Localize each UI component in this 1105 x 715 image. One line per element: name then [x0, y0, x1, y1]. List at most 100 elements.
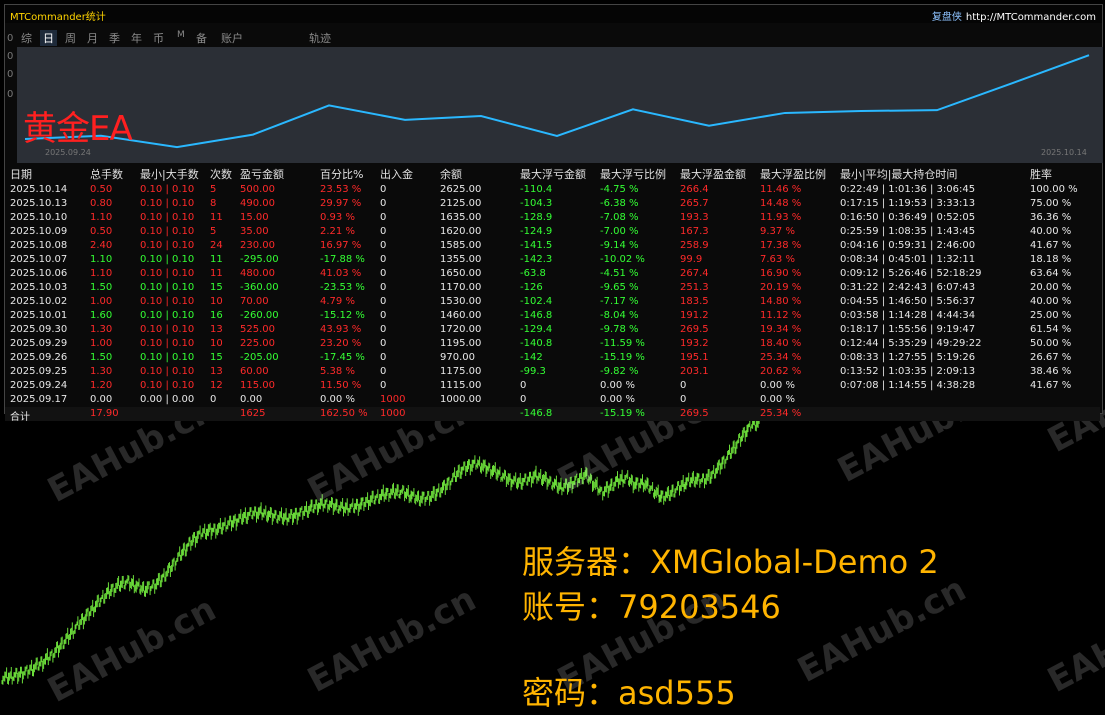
cell-balance: 1115.00 [440, 380, 482, 391]
table-row[interactable]: 2025.10.08 2.40 0.10 | 0.10 24 230.00 16.97 %… [5, 239, 1100, 253]
tab-account[interactable]: 账户 [221, 30, 243, 46]
table-row[interactable]: 2025.10.14 0.50 0.10 | 0.10 5 500.00 23.53 % 0… [5, 183, 1100, 197]
tab-monthly[interactable]: 月 [87, 30, 98, 46]
table-row[interactable]: 2025.10.06 1.10 0.10 | 0.10 11 480.00 41.03 %… [5, 267, 1100, 281]
cell-win-rate: 100.00 % [1030, 184, 1078, 195]
equity-end-date: 2025.10.14 [1041, 148, 1087, 157]
cell-max-float-profit: 0 [680, 380, 687, 391]
cell-min-max-lots: 0.10 | 0.10 [140, 338, 195, 349]
brand-site[interactable]: http://MTCommander.com [966, 12, 1096, 23]
cell-pnl-amount: 35.00 [240, 226, 269, 237]
cell-balance: 1635.00 [440, 212, 482, 223]
cell-total-lots: 1.60 [90, 310, 113, 321]
table-row[interactable]: 2025.10.13 0.80 0.10 | 0.10 8 490.00 29.97 % 0… [5, 197, 1100, 211]
cell-deposit: 出入金 [380, 168, 413, 181]
table-row[interactable]: 2025.10.10 1.10 0.10 | 0.10 11 15.00 0.93 % 0 1… [5, 211, 1100, 225]
cell-hold-times: 0:09:12 | 5:26:46 | 52:18:29 [840, 268, 982, 279]
cell-min-max-lots: 0.10 | 0.10 [140, 240, 195, 251]
cell-max-float-loss-pct: -9.82 % [600, 366, 639, 377]
table-row[interactable]: 2025.09.25 1.30 0.10 | 0.10 13 60.00 5.38 % 0 1… [5, 365, 1100, 379]
tab-daily[interactable]: 日 [40, 30, 57, 46]
cell-min-max-lots: 0.00 | 0.00 [140, 394, 195, 405]
cell-date: 2025.10.01 [10, 310, 68, 321]
cell-pnl-amount: 500.00 [240, 184, 275, 195]
cell-max-float-loss: -124.9 [520, 226, 553, 237]
cell-max-float-profit-pct: 19.34 % [760, 324, 802, 335]
tab-symbol[interactable]: 币 [153, 30, 164, 46]
cell-max-float-profit: 203.1 [680, 366, 709, 377]
table-row[interactable]: 2025.09.29 1.00 0.10 | 0.10 10 225.00 23.20 %… [5, 337, 1100, 351]
table-row[interactable]: 2025.09.17 0.00 0.00 | 0.00 0 0.00 0.00 % 1000… [5, 393, 1100, 407]
cell-max-float-loss: -142.3 [520, 254, 553, 265]
cell-max-float-loss: -140.8 [520, 338, 553, 349]
cell-total-lots: 1.50 [90, 282, 113, 293]
cell-deposit: 1000 [380, 394, 406, 405]
cell-max-float-loss: -142 [520, 352, 543, 363]
tab-trace[interactable]: 轨迹 [309, 30, 331, 46]
cell-hold-times: 0:04:55 | 1:46:50 | 5:56:37 [840, 296, 976, 307]
tab-magic[interactable]: M [177, 30, 185, 40]
cell-max-float-profit-pct: 25.34 % [760, 408, 802, 419]
cell-pnl-amount: 225.00 [240, 338, 275, 349]
cell-pnl-amount: 15.00 [240, 212, 269, 223]
cell-deposit: 0 [380, 310, 387, 321]
equity-curve [24, 54, 1090, 149]
cell-pnl-amount: 0.00 [240, 394, 263, 405]
cell-balance: 1585.00 [440, 240, 482, 251]
cell-min-max-lots: 0.10 | 0.10 [140, 254, 195, 265]
cell-win-rate: 18.18 % [1030, 254, 1072, 265]
cell-max-float-profit: 265.7 [680, 198, 709, 209]
cell-win-rate: 20.00 % [1030, 282, 1072, 293]
cell-min-max-lots: 0.10 | 0.10 [140, 198, 195, 209]
cell-pnl-amount: 60.00 [240, 366, 269, 377]
cell-balance: 2125.00 [440, 198, 482, 209]
cell-win-rate: 40.00 % [1030, 226, 1072, 237]
cell-deposit: 0 [380, 184, 387, 195]
table-row[interactable]: 2025.09.24 1.20 0.10 | 0.10 12 115.00 11.50 %… [5, 379, 1100, 393]
cell-pnl-percent: 11.50 % [320, 380, 362, 391]
table-row[interactable]: 2025.10.09 0.50 0.10 | 0.10 5 35.00 2.21 % 0 16… [5, 225, 1100, 239]
cell-max-float-profit: 267.4 [680, 268, 709, 279]
tab-quarterly[interactable]: 季 [109, 30, 120, 46]
cell-pnl-amount: -360.00 [240, 282, 279, 293]
cell-max-float-profit: 99.9 [680, 254, 703, 265]
cell-trades: 5 [210, 226, 217, 237]
cell-pnl-percent: 2.21 % [320, 226, 355, 237]
cell-max-float-profit-pct: 0.00 % [760, 380, 795, 391]
tab-weekly[interactable]: 周 [65, 30, 76, 46]
cell-max-float-profit: 167.3 [680, 226, 709, 237]
table-row[interactable]: 2025.10.07 1.10 0.10 | 0.10 11 -295.00 -17.88… [5, 253, 1100, 267]
cell-win-rate: 61.54 % [1030, 324, 1072, 335]
app-title: MTCommander统计 [10, 12, 106, 23]
cell-pnl-percent: 4.79 % [320, 296, 355, 307]
table-row[interactable]: 2025.09.26 1.50 0.10 | 0.10 15 -205.00 -17.45… [5, 351, 1100, 365]
cell-date: 2025.10.03 [10, 282, 68, 293]
cell-hold-times: 0:08:33 | 1:27:55 | 5:19:26 [840, 352, 976, 363]
table-row[interactable]: 2025.09.30 1.30 0.10 | 0.10 13 525.00 43.93 %… [5, 323, 1100, 337]
cell-deposit: 0 [380, 352, 387, 363]
cell-date: 2025.09.17 [10, 394, 68, 405]
tab-note[interactable]: 备 [196, 30, 207, 46]
cell-total-lots: 1.30 [90, 366, 113, 377]
cell-max-float-loss-pct: -15.19 % [600, 408, 645, 419]
cell-trades: 8 [210, 198, 217, 209]
cell-max-float-loss-pct: 0.00 % [600, 394, 635, 405]
cell-max-float-profit-pct: 18.40 % [760, 338, 802, 349]
cell-max-float-loss: -110.4 [520, 184, 553, 195]
brand-link[interactable]: 复盘侠 http://MTCommander.com [932, 8, 1096, 23]
table-row[interactable]: 2025.10.01 1.60 0.10 | 0.10 16 -260.00 -15.12… [5, 309, 1100, 323]
cell-pnl-amount: 115.00 [240, 380, 275, 391]
cell-hold-times: 0:16:50 | 0:36:49 | 0:52:05 [840, 212, 976, 223]
cell-total-lots: 1.00 [90, 296, 113, 307]
cell-pnl-amount: -295.00 [240, 254, 279, 265]
cell-win-rate: 63.64 % [1030, 268, 1072, 279]
cell-date: 日期 [10, 168, 32, 181]
tab-yearly[interactable]: 年 [131, 30, 142, 46]
table-row[interactable]: 2025.10.03 1.50 0.10 | 0.10 15 -360.00 -23.53… [5, 281, 1100, 295]
cell-pnl-percent: 0.93 % [320, 212, 355, 223]
table-row[interactable]: 2025.10.02 1.00 0.10 | 0.10 10 70.00 4.79 % 0 1… [5, 295, 1100, 309]
cell-pnl-percent: -17.45 % [320, 352, 365, 363]
cell-hold-times: 0:03:58 | 1:14:28 | 4:44:34 [840, 310, 976, 321]
cell-max-float-loss-pct: -9.65 % [600, 282, 639, 293]
tab-overview[interactable]: 综 [21, 30, 32, 46]
